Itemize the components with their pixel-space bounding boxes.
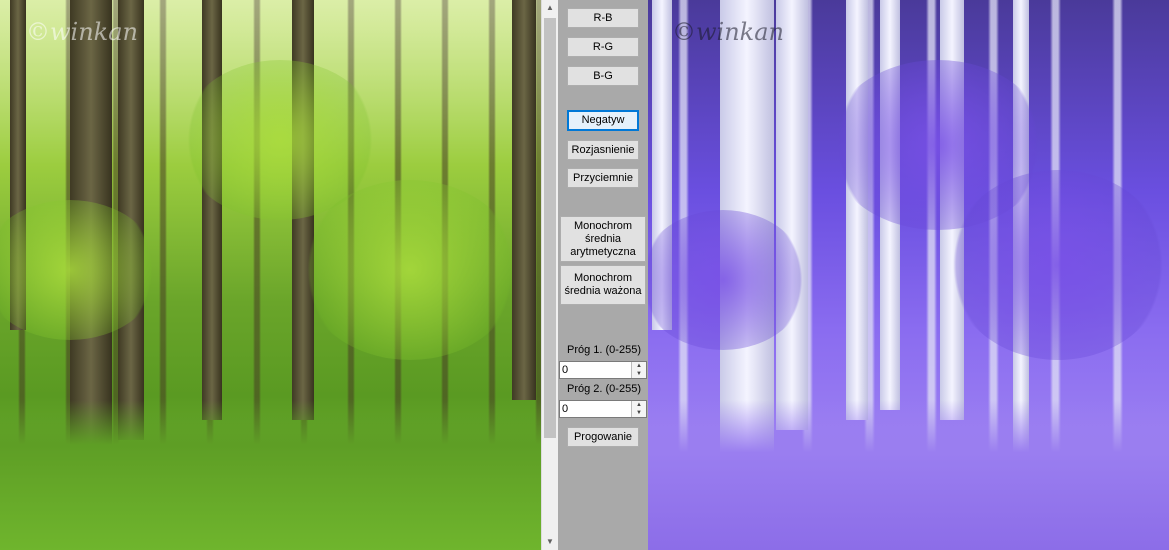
spin-down-icon[interactable]: ▼: [631, 370, 646, 378]
negative-image: ©winkan: [648, 0, 1169, 550]
bg-button[interactable]: B-G: [567, 66, 639, 86]
button-label-line: Monochrom: [573, 219, 633, 232]
prog2-value[interactable]: 0: [562, 403, 568, 415]
rozjasnienie-button[interactable]: Rozjasnienie: [567, 140, 639, 160]
tree-trunk: [846, 0, 868, 420]
prog1-label: Próg 1. (0-255): [567, 344, 641, 356]
prog1-value[interactable]: 0: [562, 364, 568, 376]
rg-button[interactable]: R-G: [567, 37, 639, 57]
scrollbar-thumb[interactable]: [544, 18, 556, 438]
negatyw-button[interactable]: Negatyw: [567, 110, 639, 131]
spin-up-icon[interactable]: ▲: [631, 401, 646, 409]
arrow-down-icon[interactable]: ▼: [542, 534, 558, 550]
arrow-up-icon[interactable]: ▲: [542, 0, 558, 16]
foliage: [300, 180, 520, 360]
button-label-line: arytmetyczna: [570, 245, 636, 258]
monochrom-wazona-button[interactable]: Monochrom średnia ważona: [560, 265, 646, 305]
przyciemnie-button[interactable]: Przyciemnie: [567, 168, 639, 188]
progowanie-button[interactable]: Progowanie: [567, 427, 639, 447]
spin-up-icon[interactable]: ▲: [631, 362, 646, 370]
button-label-line: Monochrom: [573, 272, 633, 284]
spin-down-icon[interactable]: ▼: [631, 409, 646, 417]
tree-trunk: [776, 0, 808, 430]
tree-trunk: [512, 0, 536, 400]
forest-floor: [648, 400, 1169, 550]
watermark-text: ©winkan: [672, 18, 784, 46]
watermark-text: ©winkan: [26, 18, 138, 46]
button-label-line: średnia ważona: [564, 285, 642, 297]
foliage: [948, 170, 1168, 360]
control-panel: R-B R-G B-G Negatyw Rozjasnienie Przycie…: [558, 0, 648, 550]
forest-floor: [0, 400, 541, 550]
vertical-scrollbar[interactable]: ▲ ▼: [541, 0, 558, 550]
rb-button[interactable]: R-B: [567, 8, 639, 28]
button-label-line: średnia: [584, 232, 622, 245]
prog2-label: Próg 2. (0-255): [567, 383, 641, 395]
prog2-spinner[interactable]: 0 ▲ ▼: [559, 400, 647, 418]
tree-trunk: [202, 0, 222, 420]
original-image: ©winkan: [0, 0, 541, 550]
monochrom-arytmetyczna-button[interactable]: Monochrom średnia arytmetyczna: [560, 216, 646, 262]
prog1-spinner[interactable]: 0 ▲ ▼: [559, 361, 647, 379]
